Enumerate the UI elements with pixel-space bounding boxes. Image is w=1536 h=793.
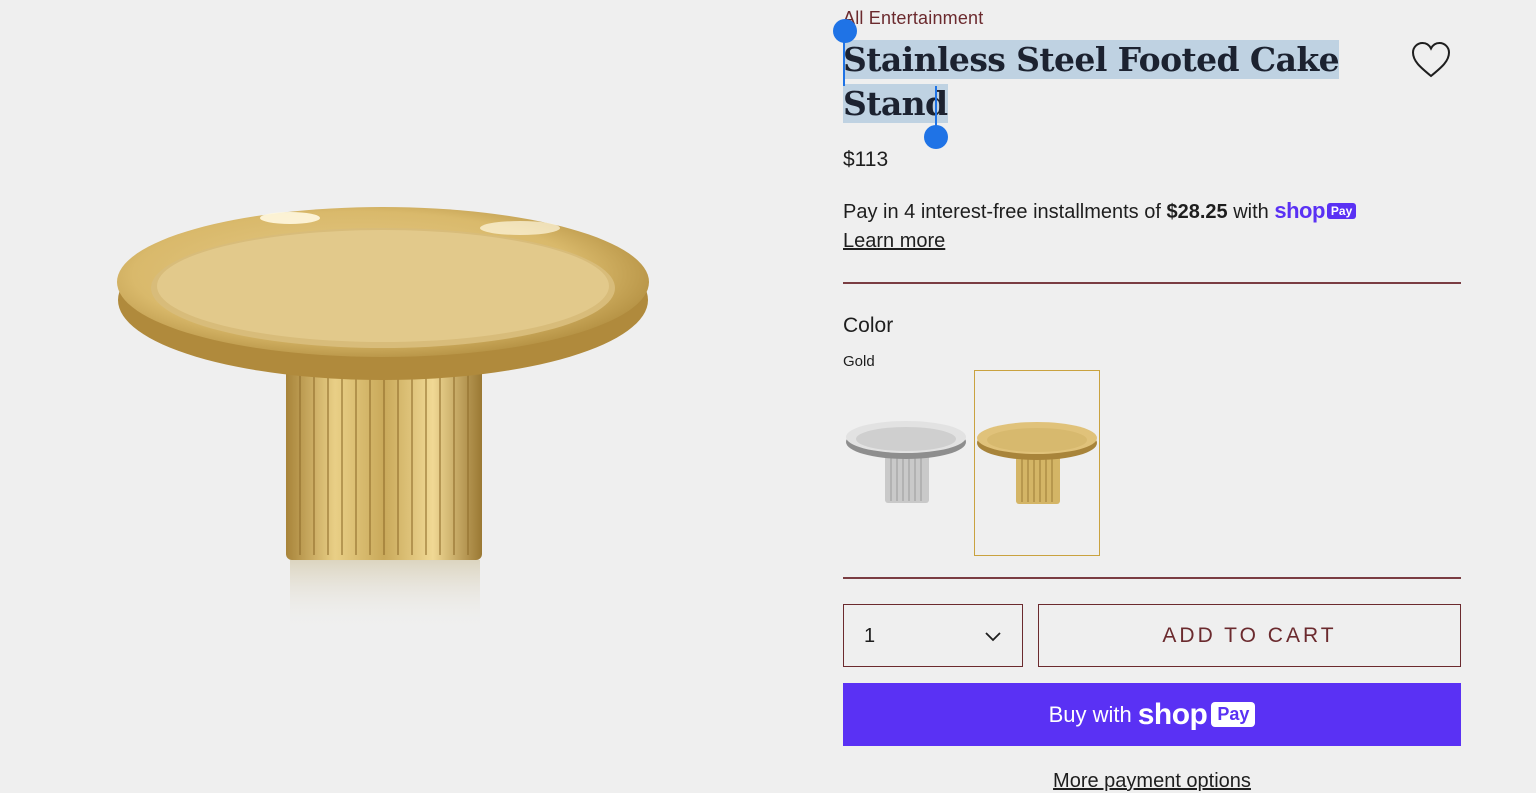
selected-color-value: Gold bbox=[843, 353, 875, 370]
divider bbox=[843, 577, 1461, 579]
product-title-line-1: Stainless Steel Footed Cake bbox=[843, 40, 1340, 79]
breadcrumb[interactable]: All Entertainment bbox=[843, 8, 983, 29]
divider bbox=[843, 282, 1461, 284]
product-price: $113 bbox=[843, 148, 889, 171]
selection-start-handle[interactable] bbox=[833, 19, 857, 43]
add-to-cart-button[interactable]: ADD TO CART bbox=[1038, 604, 1461, 667]
quantity-value: 1 bbox=[864, 625, 876, 647]
installment-amount: $28.25 bbox=[1166, 201, 1228, 223]
learn-more-link[interactable]: Learn more bbox=[843, 230, 945, 253]
selection-start-bar bbox=[843, 40, 845, 86]
product-title-line-2: Stand bbox=[843, 84, 948, 123]
heart-outline-icon bbox=[1411, 41, 1451, 78]
color-swatch-silver[interactable] bbox=[843, 370, 969, 556]
quantity-select[interactable]: 1 bbox=[843, 604, 1023, 667]
wishlist-button[interactable] bbox=[1410, 40, 1452, 80]
installments-prefix: Pay in 4 interest-free installments of bbox=[843, 201, 1161, 223]
product-title-block: Stainless Steel Footed Cake Stand bbox=[843, 38, 1363, 126]
color-label: Color bbox=[843, 314, 894, 337]
chevron-down-icon bbox=[985, 632, 1001, 642]
product-title: Stainless Steel Footed Cake Stand bbox=[843, 38, 1363, 126]
installments-text: Pay in 4 interest-free installments of $… bbox=[843, 198, 1357, 224]
gold-cake-stand-thumbnail bbox=[977, 422, 1097, 504]
shop-pay-logo: shop bbox=[1137, 697, 1208, 731]
silver-cake-stand-thumbnail bbox=[846, 421, 966, 503]
shop-pay-badge: Pay bbox=[1326, 203, 1357, 219]
selection-end-bar bbox=[935, 86, 937, 130]
shop-pay-badge: Pay bbox=[1211, 702, 1256, 727]
product-image[interactable] bbox=[100, 190, 670, 650]
selection-end-handle[interactable] bbox=[924, 125, 948, 149]
buy-with-shop-pay-button[interactable]: Buy with shop Pay bbox=[843, 683, 1461, 746]
installments-with: with bbox=[1233, 201, 1269, 223]
color-swatch-gold[interactable] bbox=[974, 370, 1100, 556]
shop-pay-logo: shop bbox=[1274, 198, 1325, 223]
buy-with-label: Buy with bbox=[1048, 701, 1132, 727]
more-payment-options-link[interactable]: More payment options bbox=[843, 770, 1461, 793]
